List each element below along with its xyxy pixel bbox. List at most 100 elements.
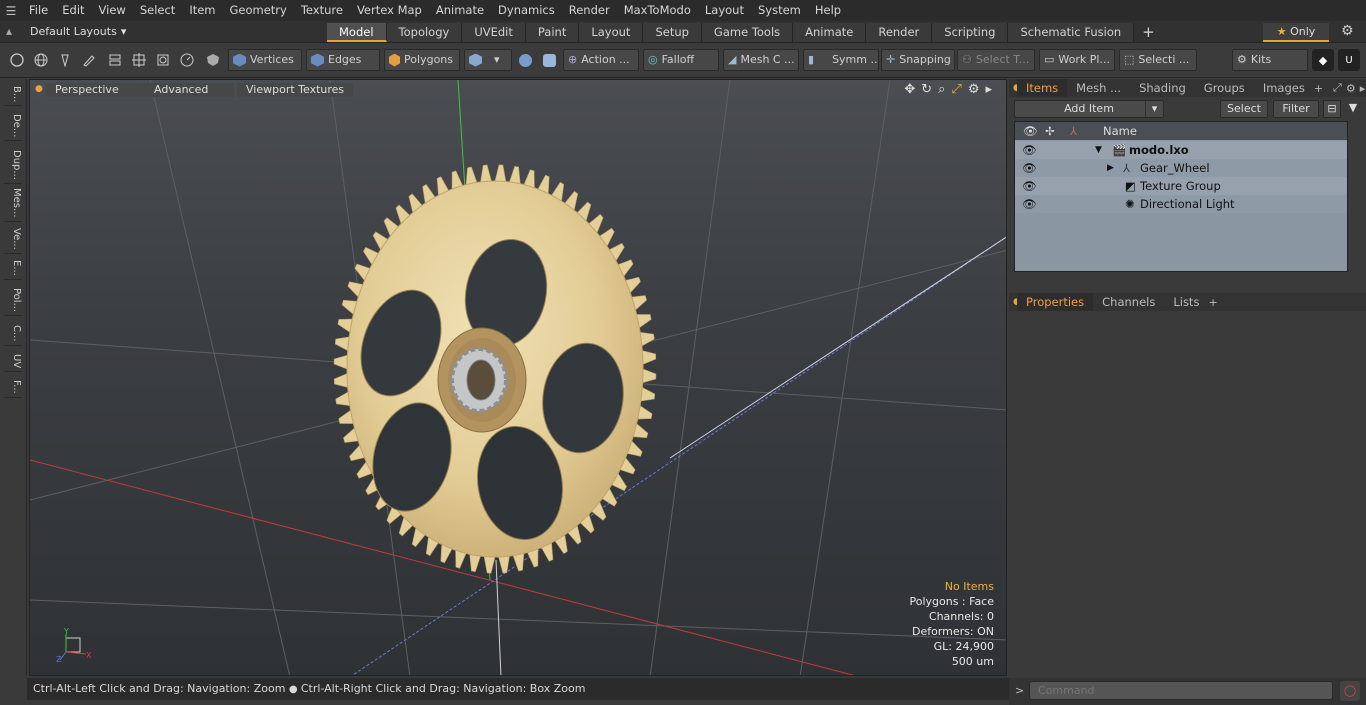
menu-dynamics[interactable]: Dynamics <box>491 0 562 21</box>
tab-animate[interactable]: Animate <box>793 23 867 42</box>
tree-row-gear-wheel[interactable]: 👁 ▶ ⅄ Gear_Wheel <box>1015 159 1347 177</box>
app-menu-icon[interactable]: ☰ <box>0 4 22 18</box>
left-tab-uv[interactable]: UV <box>4 351 22 373</box>
snapping-button[interactable]: ✛ Snapping <box>881 49 955 71</box>
kits-button[interactable]: ⚙ Kits <box>1232 49 1308 71</box>
frame-icon[interactable] <box>152 49 174 71</box>
tree-row-scene[interactable]: 👁 ▼ 🎬 modo.lxo <box>1015 141 1347 159</box>
record-macro-icon[interactable]: ◯ <box>1340 681 1360 701</box>
pen-icon[interactable] <box>54 49 76 71</box>
viewport-scene[interactable]: Y X Z <box>30 80 1007 676</box>
work-plane-button[interactable]: ▭ Work Pl... <box>1039 49 1115 71</box>
tab-scripting[interactable]: Scripting <box>932 23 1009 42</box>
unreal-icon[interactable]: U <box>1338 49 1360 71</box>
tab-layout[interactable]: Layout <box>579 23 644 42</box>
menu-vertex-map[interactable]: Vertex Map <box>350 0 429 21</box>
material-icon[interactable] <box>514 49 536 71</box>
tab-topology[interactable]: Topology <box>386 23 463 42</box>
left-tab-edge[interactable]: E... <box>4 257 22 280</box>
add-properties-tab-icon[interactable]: + <box>1208 296 1217 309</box>
eye-icon[interactable]: 👁 <box>1022 195 1037 213</box>
edges-button[interactable]: Edges <box>306 49 380 71</box>
only-toggle[interactable]: ★ Only <box>1263 23 1329 42</box>
shield-icon[interactable] <box>202 49 224 71</box>
menu-help[interactable]: Help <box>808 0 848 21</box>
tab-model[interactable]: Model <box>327 23 387 42</box>
tree-row-texture-group[interactable]: 👁 ◩ Texture Group <box>1015 177 1347 195</box>
menu-layout[interactable]: Layout <box>698 0 751 21</box>
menu-select[interactable]: Select <box>133 0 182 21</box>
unity-icon[interactable]: ◆ <box>1312 49 1334 71</box>
tab-shading[interactable]: Shading <box>1130 79 1195 97</box>
properties-menu-icon[interactable]: ● <box>1009 297 1021 307</box>
select-through-button[interactable]: ⚇ Select T... <box>957 49 1035 71</box>
perspective-dropdown[interactable]: Perspective <box>46 83 128 97</box>
left-tab-vertex[interactable]: Ve... <box>4 225 22 254</box>
eye-icon[interactable]: 👁 <box>1022 159 1037 177</box>
layouts-dropdown[interactable]: Default Layouts ▾ <box>22 23 134 41</box>
align-icon[interactable] <box>104 49 126 71</box>
expand-arrow-icon[interactable]: ▼ <box>1095 141 1102 159</box>
move-view-icon[interactable]: ✥ <box>904 82 915 97</box>
left-tab-deform[interactable]: De... <box>4 111 22 142</box>
timer-icon[interactable] <box>176 49 198 71</box>
collapse-arrow-icon[interactable]: ▶ <box>1107 159 1114 177</box>
command-input[interactable] <box>1029 681 1333 700</box>
globe-icon[interactable] <box>30 49 52 71</box>
advanced-dropdown[interactable]: Advanced <box>128 83 235 97</box>
tab-lists[interactable]: Lists <box>1164 293 1208 311</box>
eye-icon[interactable]: 👁 <box>1022 177 1037 195</box>
gear-icon[interactable]: ⚙ <box>1341 23 1354 39</box>
add-item-button[interactable]: Add Item ▾ <box>1014 100 1164 118</box>
menu-render[interactable]: Render <box>562 0 617 21</box>
rotate-view-icon[interactable]: ↻ <box>921 82 932 97</box>
filter-button[interactable]: Filter <box>1273 100 1319 118</box>
menu-maxtomodo[interactable]: MaxToModo <box>617 0 698 21</box>
action-center-button[interactable]: ⊕ Action ... <box>563 49 639 71</box>
left-tab-mesh[interactable]: Mes... <box>4 185 22 222</box>
zoom-view-icon[interactable]: ⌕ <box>938 82 945 97</box>
viewport-expand-icon[interactable]: ▸ <box>985 82 992 97</box>
pivot-icon[interactable] <box>538 49 560 71</box>
falloff-button[interactable]: ◎ Falloff <box>643 49 719 71</box>
select-button[interactable]: Select <box>1220 100 1268 118</box>
tab-groups[interactable]: Groups <box>1195 79 1254 97</box>
tab-paint[interactable]: Paint <box>525 23 580 42</box>
tab-schematic-fusion[interactable]: Schematic Fusion <box>1008 23 1135 42</box>
menu-file[interactable]: File <box>22 0 55 21</box>
panel-menu-icon[interactable]: ● <box>1009 83 1021 93</box>
menu-item[interactable]: Item <box>182 0 222 21</box>
eye-icon[interactable]: 👁 <box>1022 141 1037 159</box>
collapse-arrow-icon[interactable]: ▴ <box>6 24 12 38</box>
symmetry-button[interactable]: ▮ Symm ... <box>803 49 879 71</box>
mesh-constraint-button[interactable]: ◢ Mesh C ... <box>723 49 799 71</box>
menu-texture[interactable]: Texture <box>294 0 350 21</box>
tab-setup[interactable]: Setup <box>643 23 702 42</box>
menu-geometry[interactable]: Geometry <box>223 0 294 21</box>
grid-icon[interactable] <box>128 49 150 71</box>
left-tab-basic[interactable]: B... <box>4 83 22 107</box>
tab-properties[interactable]: Properties <box>1017 293 1094 311</box>
tab-mesh[interactable]: Mesh ... <box>1067 79 1130 97</box>
item-mode-dropdown[interactable]: ▾ <box>464 49 512 71</box>
menu-edit[interactable]: Edit <box>55 0 91 21</box>
tab-render[interactable]: Render <box>866 23 933 42</box>
tab-channels[interactable]: Channels <box>1093 293 1164 311</box>
panel-gear-icon[interactable]: ⚙ <box>1346 82 1356 95</box>
add-panel-tab-icon[interactable]: + <box>1314 82 1323 95</box>
viewport-menu-icon[interactable]: ● <box>35 84 43 94</box>
polygons-button[interactable]: Polygons <box>384 49 460 71</box>
left-tab-polygon[interactable]: Pol... <box>4 285 22 317</box>
vertices-button[interactable]: Vertices <box>228 49 302 71</box>
viewport-textures-dropdown[interactable]: Viewport Textures <box>237 83 354 97</box>
3d-viewport[interactable]: Y X Z ● Perspective Advanced Viewport Te… <box>29 79 1007 676</box>
maximize-view-icon[interactable]: ⤢ <box>951 82 961 97</box>
selection-sets-button[interactable]: ⬚ Selecti ... <box>1119 49 1197 71</box>
menu-system[interactable]: System <box>751 0 808 21</box>
tab-items[interactable]: Items <box>1017 79 1068 97</box>
viewport-gear-icon[interactable]: ⚙ <box>968 82 980 97</box>
tab-uvedit[interactable]: UVEdit <box>462 23 526 42</box>
tree-row-directional-light[interactable]: 👁 ✺ Directional Light <box>1015 195 1347 213</box>
tab-game-tools[interactable]: Game Tools <box>701 23 794 42</box>
left-tab-fusion[interactable]: F... <box>4 377 22 398</box>
